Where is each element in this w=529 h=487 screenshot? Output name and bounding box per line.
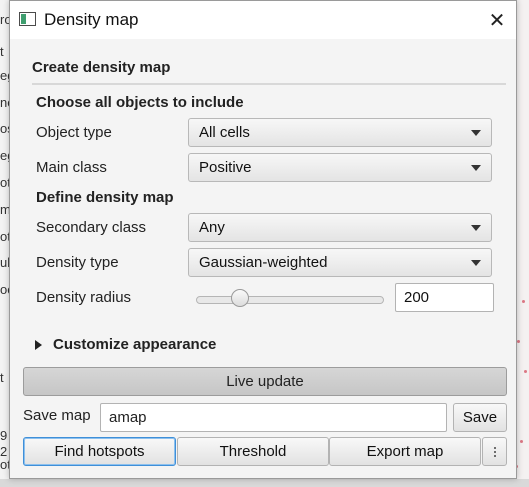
main-class-dropdown[interactable]: Positive: [188, 153, 492, 182]
object-type-label: Object type: [36, 124, 112, 141]
define-group-heading: Define density map: [36, 189, 174, 206]
main-class-label: Main class: [36, 159, 107, 176]
live-update-toggle-button[interactable]: Live update: [23, 367, 507, 396]
density-map-dialog: Density map ✕ Create density map Choose …: [9, 0, 517, 479]
dialog-content: Create density map Choose all objects to…: [22, 39, 516, 478]
density-radius-slider-thumb[interactable]: [231, 289, 250, 307]
save-button[interactable]: Save: [453, 403, 507, 432]
chevron-down-icon: [471, 225, 481, 231]
chevron-down-icon: [471, 130, 481, 136]
secondary-class-dropdown[interactable]: Any: [188, 213, 492, 242]
threshold-button[interactable]: Threshold: [177, 437, 329, 466]
customize-appearance-label: Customize appearance: [53, 336, 217, 353]
density-type-dropdown[interactable]: Gaussian-weighted: [188, 248, 492, 277]
save-map-label: Save map: [23, 407, 91, 424]
find-hotspots-button[interactable]: Find hotspots: [23, 437, 176, 466]
section-title: Create density map: [32, 59, 171, 76]
export-map-button[interactable]: Export map: [329, 437, 481, 466]
density-radius-input[interactable]: 200: [395, 283, 494, 312]
background-strip: [0, 479, 529, 487]
object-type-value: All cells: [199, 124, 250, 141]
chevron-down-icon: [471, 165, 481, 171]
more-options-button[interactable]: [482, 437, 507, 466]
secondary-class-value: Any: [199, 219, 225, 236]
app-window-icon: [19, 12, 36, 26]
customize-appearance-toggle[interactable]: Customize appearance: [35, 336, 216, 353]
main-class-value: Positive: [199, 159, 252, 176]
chevron-down-icon: [471, 260, 481, 266]
title-bar[interactable]: Density map ✕: [10, 1, 516, 39]
save-map-name-input[interactable]: amap: [100, 403, 447, 432]
density-radius-label: Density radius: [36, 289, 132, 306]
density-type-label: Density type: [36, 254, 119, 271]
include-group-heading: Choose all objects to include: [36, 94, 244, 111]
section-divider: [32, 83, 506, 85]
object-type-dropdown[interactable]: All cells: [188, 118, 492, 147]
disclosure-triangle-icon: [35, 339, 42, 350]
secondary-class-label: Secondary class: [36, 219, 147, 236]
density-radius-slider-track[interactable]: [196, 296, 384, 304]
close-icon[interactable]: ✕: [478, 1, 516, 39]
window-title: Density map: [44, 10, 139, 29]
more-vertical-icon: [493, 446, 496, 457]
density-type-value: Gaussian-weighted: [199, 254, 328, 271]
